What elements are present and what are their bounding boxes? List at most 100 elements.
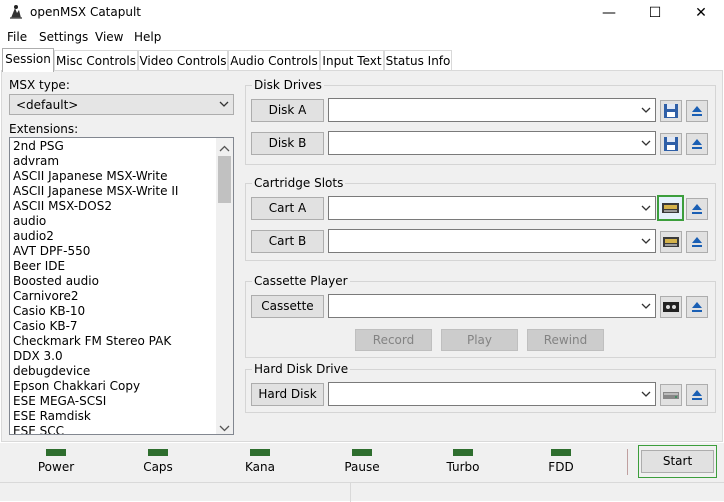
chevron-down-icon (641, 204, 651, 214)
extensions-scrollbar[interactable] (216, 138, 233, 434)
menu-view[interactable]: View (93, 30, 125, 44)
list-item[interactable]: Checkmark FM Stereo PAK (10, 334, 216, 349)
close-icon: ✕ (695, 5, 707, 21)
menu-settings[interactable]: Settings (37, 30, 90, 44)
list-item[interactable]: ESE MEGA-SCSI (10, 394, 216, 409)
msx-type-value: <default> (16, 98, 79, 112)
cart-b-options-button[interactable] (660, 231, 682, 253)
list-item[interactable]: audio2 (10, 229, 216, 244)
list-item[interactable]: ESE Ramdisk (10, 409, 216, 424)
cassette-button[interactable]: Cassette (251, 295, 324, 318)
tab-input-text[interactable]: Input Text (320, 50, 384, 71)
cartridge-slots-title: Cartridge Slots (252, 176, 346, 190)
cassette-player-title: Cassette Player (252, 274, 350, 288)
pause-led (352, 449, 372, 456)
cart-b-eject-button[interactable] (686, 231, 708, 253)
scroll-down-icon[interactable] (219, 421, 230, 434)
msx-type-label: MSX type: (9, 78, 70, 92)
start-button[interactable]: Start (641, 450, 714, 473)
list-item[interactable]: advram (10, 154, 216, 169)
menu-file[interactable]: File (5, 30, 29, 44)
cassette-options-button[interactable] (660, 296, 682, 318)
close-button[interactable]: ✕ (678, 0, 724, 26)
tab-status-info[interactable]: Status Info (384, 50, 452, 71)
extensions-list[interactable]: 2nd PSG advram ASCII Japanese MSX-Write ASC… (9, 137, 234, 435)
hard-disk-path-select[interactable] (328, 382, 656, 406)
scroll-thumb[interactable] (218, 156, 231, 203)
list-item[interactable]: ESE SCC (10, 424, 216, 434)
pause-led-label: Pause (344, 460, 380, 474)
msx-type-select[interactable]: <default> (9, 94, 234, 115)
cart-b-button[interactable]: Cart B (251, 230, 324, 253)
window-footer (0, 482, 724, 502)
list-item[interactable]: ASCII Japanese MSX-Write (10, 169, 216, 184)
extensions-label: Extensions: (9, 122, 79, 136)
list-item[interactable]: ASCII Japanese MSX-Write II (10, 184, 216, 199)
menu-help[interactable]: Help (132, 30, 163, 44)
list-item[interactable]: ASCII MSX-DOS2 (10, 199, 216, 214)
title-bar: openMSX Catapult — ☐ ✕ (0, 0, 724, 26)
list-item[interactable]: AVT DPF-550 (10, 244, 216, 259)
disk-a-save-button[interactable] (660, 100, 682, 122)
disk-b-button[interactable]: Disk B (251, 132, 324, 155)
disk-b-path-select[interactable] (328, 131, 656, 155)
list-item[interactable]: Beer IDE (10, 259, 216, 274)
power-led (46, 449, 66, 456)
chevron-down-icon (641, 106, 651, 116)
caps-led (148, 449, 168, 456)
cassette-eject-button[interactable] (686, 296, 708, 318)
eject-icon (692, 390, 702, 400)
maximize-button[interactable]: ☐ (632, 0, 678, 26)
cart-a-button[interactable]: Cart A (251, 197, 324, 220)
minimize-button[interactable]: — (586, 0, 632, 26)
list-item[interactable]: audio (10, 214, 216, 229)
list-item[interactable]: DDX 3.0 (10, 349, 216, 364)
hard-disk-button[interactable]: Hard Disk (251, 383, 324, 406)
list-item[interactable]: Boosted audio (10, 274, 216, 289)
disk-drives-title: Disk Drives (252, 78, 324, 92)
tab-audio-controls[interactable]: Audio Controls (228, 50, 320, 71)
record-button[interactable]: Record (355, 329, 432, 351)
list-item[interactable]: 2nd PSG (10, 139, 216, 154)
scroll-up-icon[interactable] (219, 142, 230, 156)
turbo-led-label: Turbo (446, 460, 480, 474)
tab-video-controls[interactable]: Video Controls (138, 50, 228, 71)
hard-disk-options-button[interactable] (660, 384, 682, 406)
status-divider (627, 449, 628, 475)
list-item[interactable]: Epson Chakkari Copy (10, 379, 216, 394)
tab-session[interactable]: Session (2, 48, 54, 72)
cart-a-eject-button[interactable] (686, 198, 708, 220)
disk-b-eject-button[interactable] (686, 133, 708, 155)
floppy-save-icon (664, 104, 678, 118)
eject-icon (692, 139, 702, 149)
chevron-down-icon (641, 302, 651, 312)
cart-a-options-button[interactable] (657, 195, 684, 221)
maximize-icon: ☐ (648, 5, 662, 21)
play-button[interactable]: Play (441, 329, 518, 351)
disk-a-path-select[interactable] (328, 98, 656, 122)
cassette-path-select[interactable] (328, 294, 656, 318)
cartridge-icon (663, 237, 679, 247)
footer-divider (350, 483, 351, 502)
list-item[interactable]: Casio KB-7 (10, 319, 216, 334)
turbo-led (453, 449, 473, 456)
disk-b-save-button[interactable] (660, 133, 682, 155)
hard-disk-title: Hard Disk Drive (252, 362, 351, 376)
disk-a-button[interactable]: Disk A (251, 99, 324, 122)
list-item[interactable]: Carnivore2 (10, 289, 216, 304)
list-item[interactable]: debugdevice (10, 364, 216, 379)
cart-a-path-select[interactable] (328, 196, 656, 220)
window-title: openMSX Catapult (30, 5, 142, 19)
chevron-down-icon (641, 237, 651, 247)
cassette-tape-icon (663, 302, 679, 312)
kana-led (250, 449, 270, 456)
eject-icon (692, 237, 702, 247)
chevron-down-icon (641, 139, 651, 149)
cart-b-path-select[interactable] (328, 229, 656, 253)
rewind-button[interactable]: Rewind (527, 329, 604, 351)
eject-icon (692, 106, 702, 116)
tab-misc-controls[interactable]: Misc Controls (54, 50, 138, 71)
disk-a-eject-button[interactable] (686, 100, 708, 122)
hard-disk-eject-button[interactable] (686, 384, 708, 406)
list-item[interactable]: Casio KB-10 (10, 304, 216, 319)
